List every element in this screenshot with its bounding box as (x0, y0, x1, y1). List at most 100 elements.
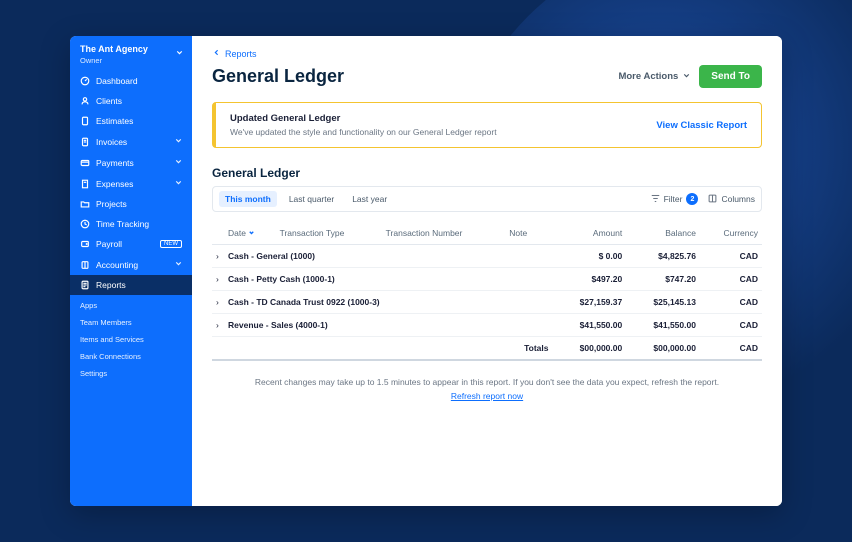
cell-balance: $4,825.76 (626, 245, 700, 268)
totals-amount: $00,000.00 (552, 337, 626, 361)
col-txn-number[interactable]: Transaction Number (382, 222, 506, 245)
card-icon (80, 158, 90, 168)
nav-primary: Dashboard Clients Estimates Invoices Payment… (70, 71, 192, 295)
sidebar-item-accounting[interactable]: Accounting (70, 254, 192, 275)
filter-button[interactable]: Filter 2 (651, 193, 699, 205)
filter-label: Filter (664, 194, 683, 204)
report-title: General Ledger (212, 166, 762, 180)
chevron-down-icon (174, 178, 182, 189)
cell-currency: CAD (700, 291, 762, 314)
nav-label: Time Tracking (96, 219, 182, 229)
chevron-down-icon (174, 157, 182, 168)
nav-label: Settings (80, 369, 107, 378)
totals-balance: $00,000.00 (626, 337, 700, 361)
more-actions-label: More Actions (618, 71, 678, 82)
account-name: Cash - Petty Cash (1000-1) (228, 274, 335, 284)
sidebar-item-settings[interactable]: Settings (70, 365, 192, 382)
sidebar-item-estimates[interactable]: Estimates (70, 111, 192, 131)
chevron-down-icon (175, 48, 184, 59)
sidebar-item-projects[interactable]: Projects (70, 194, 192, 214)
sidebar-item-apps[interactable]: Apps (70, 297, 192, 314)
notice-body: We've updated the style and functionalit… (230, 127, 497, 137)
columns-button[interactable]: Columns (708, 194, 755, 205)
sidebar-item-items-and-services[interactable]: Items and Services (70, 331, 192, 348)
report-toolbar: This month Last quarter Last year Filter 2… (212, 186, 762, 212)
book-icon (80, 260, 90, 270)
view-classic-link[interactable]: View Classic Report (656, 120, 747, 131)
expand-row-icon[interactable]: › (212, 314, 224, 337)
sidebar-item-time-tracking[interactable]: Time Tracking (70, 214, 192, 234)
more-actions-dropdown[interactable]: More Actions (618, 71, 691, 83)
clock-icon (80, 219, 90, 229)
col-balance[interactable]: Balance (626, 222, 700, 245)
org-switcher[interactable]: The Ant Agency Owner (70, 36, 192, 71)
nav-label: Invoices (96, 137, 168, 147)
totals-row: Totals$00,000.00$00,000.00CAD (212, 337, 762, 361)
cell-balance: $25,145.13 (626, 291, 700, 314)
chevron-left-icon (212, 48, 221, 59)
update-notice: Updated General Ledger We've updated the… (212, 102, 762, 148)
sidebar-item-team-members[interactable]: Team Members (70, 314, 192, 331)
tab-this-month[interactable]: This month (219, 191, 277, 207)
footer-note: Recent changes may take up to 1.5 minute… (212, 377, 762, 401)
tab-last-quarter[interactable]: Last quarter (283, 191, 340, 207)
nav-label: Estimates (96, 116, 182, 126)
tab-last-year[interactable]: Last year (346, 191, 393, 207)
page-title: General Ledger (212, 66, 344, 87)
refresh-link[interactable]: Refresh report now (212, 391, 762, 401)
sort-descending-icon (248, 228, 255, 238)
totals-label: Totals (505, 337, 552, 361)
sidebar-item-clients[interactable]: Clients (70, 91, 192, 111)
nav-label: Projects (96, 199, 182, 209)
document-icon (80, 116, 90, 126)
nav-label: Clients (96, 96, 182, 106)
expand-row-icon[interactable]: › (212, 268, 224, 291)
sidebar-item-expenses[interactable]: Expenses (70, 173, 192, 194)
wallet-icon (80, 239, 90, 249)
cell-currency: CAD (700, 314, 762, 337)
chevron-down-icon (682, 71, 691, 83)
col-txn-type[interactable]: Transaction Type (276, 222, 382, 245)
columns-icon (708, 194, 717, 205)
account-name: Cash - General (1000) (228, 251, 315, 261)
folder-icon (80, 199, 90, 209)
main-content: Reports General Ledger More Actions Send… (192, 36, 782, 506)
sidebar-item-payments[interactable]: Payments (70, 152, 192, 173)
sidebar-item-payroll[interactable]: Payroll NEW (70, 234, 192, 254)
ledger-body: ›Cash - General (1000)$ 0.00$4,825.76CAD… (212, 245, 762, 361)
nav-label: Team Members (80, 318, 132, 327)
nav-secondary: Apps Team Members Items and Services Bank C… (70, 295, 192, 382)
expand-row-icon[interactable]: › (212, 291, 224, 314)
page-header: General Ledger More Actions Send To (212, 65, 762, 88)
send-to-button[interactable]: Send To (699, 65, 762, 88)
table-row: ›Cash - Petty Cash (1000-1)$497.20$747.2… (212, 268, 762, 291)
col-currency[interactable]: Currency (700, 222, 762, 245)
nav-label: Reports (96, 280, 182, 290)
date-range-tabs: This month Last quarter Last year (219, 191, 393, 207)
sidebar-item-reports[interactable]: Reports (70, 275, 192, 295)
new-badge: NEW (160, 240, 182, 248)
person-icon (80, 96, 90, 106)
col-date[interactable]: Date (224, 222, 276, 245)
receipt-icon (80, 179, 90, 189)
nav-label: Payroll (96, 239, 152, 249)
nav-label: Items and Services (80, 335, 144, 344)
breadcrumb-back[interactable]: Reports (212, 48, 762, 59)
org-role: Owner (80, 56, 182, 65)
expand-row-icon[interactable]: › (212, 245, 224, 268)
sidebar-item-invoices[interactable]: Invoices (70, 131, 192, 152)
col-note[interactable]: Note (505, 222, 552, 245)
cell-amount: $ 0.00 (552, 245, 626, 268)
nav-label: Dashboard (96, 76, 182, 86)
chevron-down-icon (174, 136, 182, 147)
col-amount[interactable]: Amount (552, 222, 626, 245)
footer-text: Recent changes may take up to 1.5 minute… (255, 377, 719, 387)
breadcrumb-label: Reports (225, 49, 257, 59)
cell-currency: CAD (700, 268, 762, 291)
cell-amount: $497.20 (552, 268, 626, 291)
sidebar-item-bank-connections[interactable]: Bank Connections (70, 348, 192, 365)
ledger-table: Date Transaction Type Transaction Number… (212, 222, 762, 361)
header-actions: More Actions Send To (618, 65, 762, 88)
nav-label: Accounting (96, 260, 168, 270)
sidebar-item-dashboard[interactable]: Dashboard (70, 71, 192, 91)
